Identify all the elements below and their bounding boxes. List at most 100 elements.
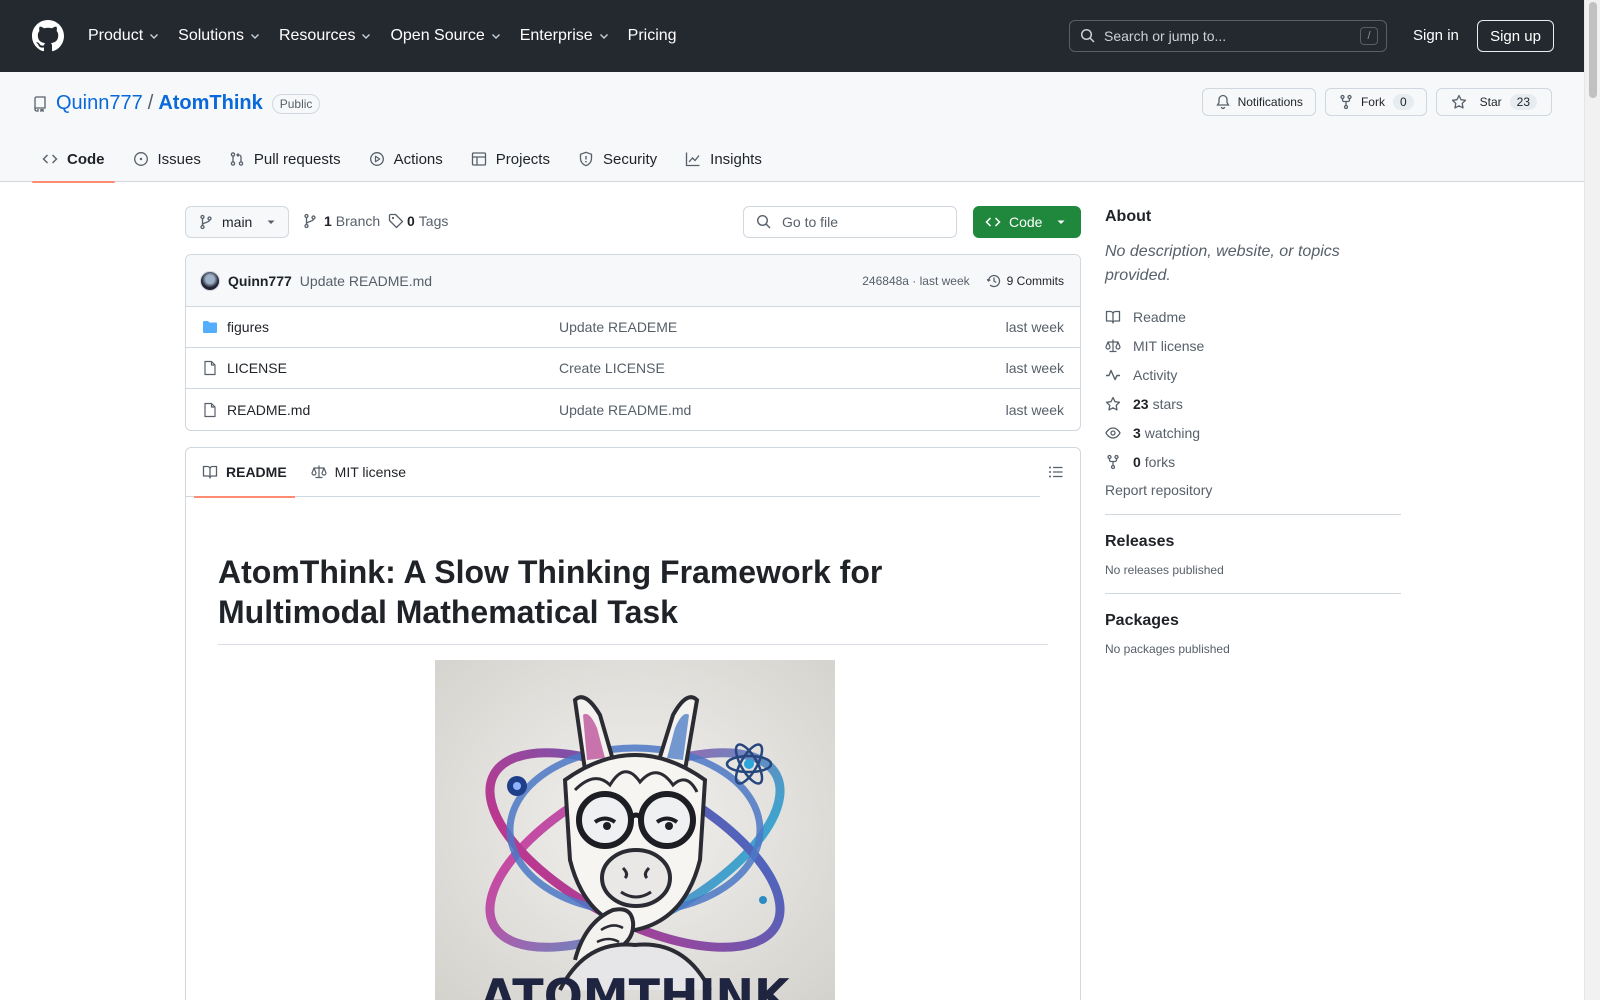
- code-dropdown-button[interactable]: Code: [973, 206, 1081, 238]
- tab-pull-requests-label: Pull requests: [253, 150, 341, 168]
- commits-history-link[interactable]: 9 Commits: [986, 273, 1064, 289]
- site-header: Product Solutions Resources Open Source …: [0, 0, 1584, 72]
- repo-header: Quinn777 / AtomThink Public Notification…: [0, 72, 1584, 183]
- divider: [1105, 514, 1401, 515]
- stars-link[interactable]: 23 stars: [1105, 389, 1401, 418]
- sign-in-link[interactable]: Sign in: [1413, 27, 1459, 44]
- releases-heading[interactable]: Releases: [1105, 533, 1401, 551]
- packages-heading[interactable]: Packages: [1105, 612, 1401, 630]
- license-link-label: MIT license: [1133, 337, 1205, 354]
- nav-open-source[interactable]: Open Source: [390, 27, 501, 45]
- activity-link[interactable]: Activity: [1105, 360, 1401, 389]
- nav-solutions[interactable]: Solutions: [178, 27, 261, 45]
- tab-readme[interactable]: README: [194, 448, 295, 498]
- fork-count: 0: [1392, 94, 1414, 110]
- scrollbar-thumb[interactable]: [1589, 2, 1597, 98]
- table-icon: [471, 152, 486, 166]
- nav-resources[interactable]: Resources: [279, 27, 372, 45]
- nav-pricing[interactable]: Pricing: [628, 27, 677, 45]
- nav-enterprise-label: Enterprise: [519, 27, 593, 44]
- file-row-readme[interactable]: README.md Update README.md last week: [186, 389, 1080, 430]
- tab-code-label: Code: [67, 150, 105, 168]
- github-logo-icon[interactable]: [32, 20, 64, 52]
- commit-author-link[interactable]: Quinn777: [228, 273, 292, 289]
- tag-count-label: Tags: [418, 213, 449, 229]
- readme-panel: README MIT license AtomThink: A Slow Thi…: [185, 447, 1081, 1000]
- file-name[interactable]: README.md: [227, 402, 559, 418]
- page-scrollbar[interactable]: [1584, 0, 1600, 1000]
- caret-down-icon: [267, 220, 275, 224]
- notifications-button[interactable]: Notifications: [1201, 88, 1316, 116]
- repo-name-link[interactable]: AtomThink: [158, 92, 262, 115]
- avatar[interactable]: [200, 270, 220, 291]
- tab-actions[interactable]: Actions: [359, 136, 453, 182]
- tab-security[interactable]: Security: [568, 136, 667, 182]
- file-commit-message[interactable]: Create LICENSE: [559, 360, 1006, 376]
- tab-license[interactable]: MIT license: [303, 448, 414, 497]
- branch-select[interactable]: main: [185, 206, 289, 238]
- repo-title: Quinn777 / AtomThink Public: [32, 92, 321, 115]
- commit-meta[interactable]: 246848a · last week: [862, 274, 969, 288]
- tab-issues[interactable]: Issues: [123, 136, 211, 182]
- chevron-down-icon: [250, 34, 259, 39]
- repo-owner-link[interactable]: Quinn777: [56, 92, 143, 115]
- tab-insights-label: Insights: [710, 150, 762, 168]
- watching-link[interactable]: 3 watching: [1105, 418, 1401, 447]
- file-row-figures[interactable]: figures Update READEME last week: [186, 307, 1080, 348]
- play-circle-icon: [369, 152, 384, 166]
- file-commit-message[interactable]: Update README.md: [559, 402, 1006, 418]
- tab-insights[interactable]: Insights: [675, 136, 772, 182]
- file-name[interactable]: LICENSE: [227, 360, 559, 376]
- sign-up-button[interactable]: Sign up: [1477, 20, 1554, 52]
- atomthink-logo-image: ATOMTHINK: [435, 660, 835, 1000]
- branches-link[interactable]: 1 Branch: [302, 213, 380, 229]
- fork-button[interactable]: Fork 0: [1324, 88, 1427, 116]
- fork-label: Fork: [1360, 95, 1385, 109]
- search-input[interactable]: Search or jump to... /: [1069, 20, 1387, 52]
- readme-link-label: Readme: [1133, 308, 1186, 325]
- search-icon: [1080, 28, 1095, 43]
- star-label: Star: [1479, 95, 1502, 109]
- readme-link[interactable]: Readme: [1105, 302, 1401, 331]
- llama-atom-logo-icon: ATOMTHINK: [435, 660, 835, 1000]
- chevron-down-icon: [150, 34, 159, 39]
- file-row-license[interactable]: LICENSE Create LICENSE last week: [186, 348, 1080, 389]
- file-name[interactable]: figures: [227, 319, 559, 335]
- branch-icon: [200, 214, 212, 230]
- commit-message-link[interactable]: Update README.md: [300, 273, 862, 289]
- nav-open-source-label: Open Source: [390, 27, 485, 44]
- tab-actions-label: Actions: [393, 150, 443, 168]
- law-icon: [311, 465, 327, 479]
- branch-count: 1: [324, 213, 332, 229]
- list-outline-icon[interactable]: [1048, 464, 1064, 480]
- nav-enterprise[interactable]: Enterprise: [520, 27, 610, 45]
- file-listing: Quinn777 Update README.md 246848a · last…: [185, 254, 1081, 431]
- history-icon: [986, 274, 1000, 287]
- star-button[interactable]: Star 23: [1435, 88, 1552, 116]
- branch-count-label: Branch: [335, 213, 381, 229]
- file-commit-message[interactable]: Update READEME: [559, 319, 1006, 335]
- nav-product-label: Product: [88, 27, 144, 44]
- law-icon: [1105, 339, 1121, 352]
- repo-tabs: Code Issues Pull requests Actions Projec…: [32, 136, 780, 183]
- nav-product[interactable]: Product: [88, 27, 160, 45]
- repo-icon: [34, 95, 46, 112]
- license-link[interactable]: MIT license: [1105, 331, 1401, 360]
- repo-actions: Notifications Fork 0 Star 23: [1193, 88, 1552, 116]
- tab-pull-requests[interactable]: Pull requests: [219, 136, 351, 182]
- book-icon: [202, 465, 218, 479]
- readme-tabs: README MIT license: [186, 448, 1040, 498]
- latest-commit-bar: Quinn777 Update README.md 246848a · last…: [186, 255, 1080, 307]
- logo-text: ATOMTHINK: [480, 969, 792, 1000]
- nav-pricing-label: Pricing: [627, 27, 677, 44]
- report-repository-link[interactable]: Report repository: [1105, 482, 1401, 498]
- tab-projects[interactable]: Projects: [461, 136, 560, 182]
- tags-link[interactable]: 0 Tags: [388, 213, 448, 229]
- search-shortcut-key: /: [1360, 27, 1378, 45]
- folder-icon: [203, 321, 217, 333]
- go-to-file-input[interactable]: Go to file: [743, 206, 957, 238]
- forks-link[interactable]: 0 forks: [1105, 447, 1401, 476]
- tab-code[interactable]: Code: [32, 136, 115, 183]
- star-count: 23: [1509, 94, 1537, 110]
- about-heading: About: [1105, 208, 1152, 225]
